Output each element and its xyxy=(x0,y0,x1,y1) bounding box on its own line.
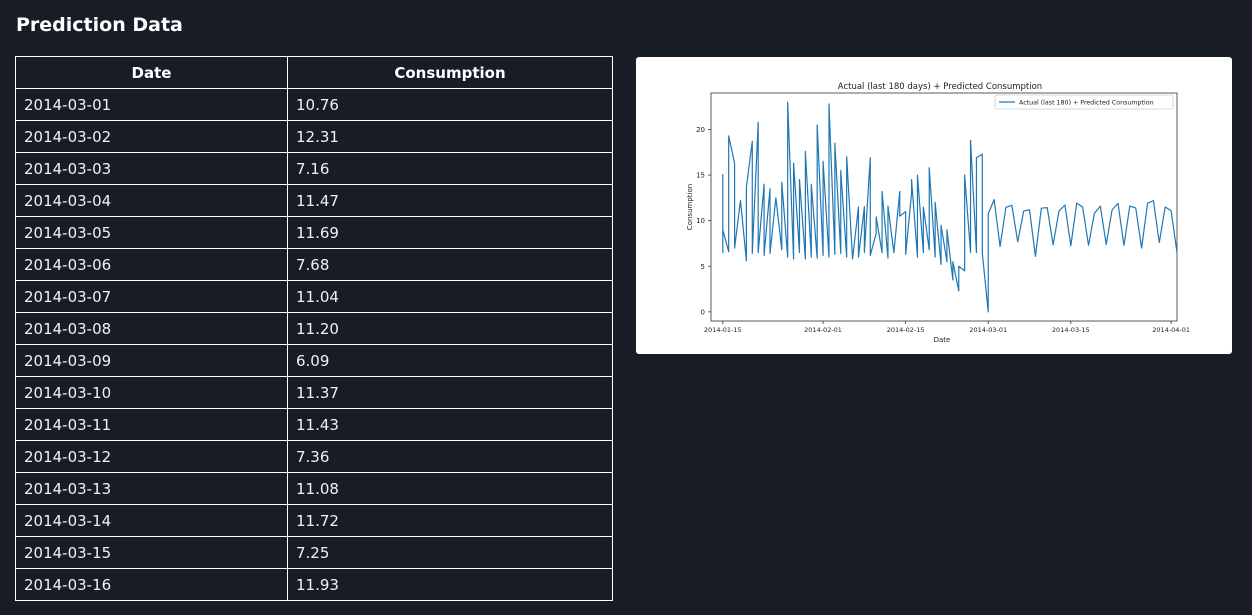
x-tick-label: 2014-02-15 xyxy=(887,326,925,334)
consumption-chart: Actual (last 180 days) + Predicted Consu… xyxy=(686,82,1190,344)
date-cell: 2014-03-04 xyxy=(15,184,288,217)
legend-label: Actual (last 180) + Predicted Consumptio… xyxy=(1019,100,1154,107)
date-cell: 2014-03-01 xyxy=(15,88,288,121)
y-tick-label: 5 xyxy=(701,263,705,271)
consumption-cell: 7.36 xyxy=(287,440,613,473)
table-row: 2014-03-16 11.93 xyxy=(15,568,613,601)
date-cell: 2014-03-12 xyxy=(15,440,288,473)
consumption-cell: 6.09 xyxy=(287,344,613,377)
table-row: 2014-03-14 11.72 xyxy=(15,504,613,537)
date-cell: 2014-03-09 xyxy=(15,344,288,377)
y-tick-label: 20 xyxy=(696,126,705,134)
chart-card: Actual (last 180 days) + Predicted Consu… xyxy=(636,57,1232,354)
date-cell: 2014-03-16 xyxy=(15,568,288,601)
consumption-cell: 7.68 xyxy=(287,248,613,281)
x-tick-label: 2014-03-15 xyxy=(1052,326,1090,334)
date-cell: 2014-03-14 xyxy=(15,504,288,537)
date-cell: 2014-03-02 xyxy=(15,120,288,153)
x-axis-label: Date xyxy=(934,336,951,344)
chart-title: Actual (last 180 days) + Predicted Consu… xyxy=(838,82,1042,92)
table-row: 2014-03-05 11.69 xyxy=(15,216,613,249)
table-row: 2014-03-12 7.36 xyxy=(15,440,613,473)
consumption-cell: 11.69 xyxy=(287,216,613,249)
y-tick-label: 10 xyxy=(696,217,705,225)
consumption-cell: 11.37 xyxy=(287,376,613,409)
prediction-table: Date Consumption 2014-03-01 10.76 2014-03-… xyxy=(15,56,613,601)
plot-frame xyxy=(710,92,1178,322)
y-tick-label: 0 xyxy=(701,308,705,316)
table-row: 2014-03-08 11.20 xyxy=(15,312,613,345)
table-row: 2014-03-06 7.68 xyxy=(15,248,613,281)
x-tick-label: 2014-01-15 xyxy=(704,326,742,334)
table-row: 2014-03-13 11.08 xyxy=(15,472,613,505)
consumption-cell: 11.72 xyxy=(287,504,613,537)
date-cell: 2014-03-06 xyxy=(15,248,288,281)
consumption-cell: 11.20 xyxy=(287,312,613,345)
table-row: 2014-03-03 7.16 xyxy=(15,152,613,185)
consumption-cell: 10.76 xyxy=(287,88,613,121)
date-cell: 2014-03-03 xyxy=(15,152,288,185)
table-header-row: Date Consumption xyxy=(15,56,613,89)
series-line xyxy=(722,101,1178,313)
table-row: 2014-03-07 11.04 xyxy=(15,280,613,313)
x-tick-label: 2014-03-01 xyxy=(969,326,1007,334)
date-cell: 2014-03-13 xyxy=(15,472,288,505)
x-tick-label: 2014-02-01 xyxy=(804,326,842,334)
consumption-cell: 11.47 xyxy=(287,184,613,217)
date-cell: 2014-03-05 xyxy=(15,216,288,249)
consumption-cell: 7.16 xyxy=(287,152,613,185)
date-cell: 2014-03-07 xyxy=(15,280,288,313)
page-title: Prediction Data xyxy=(16,14,183,36)
date-cell: 2014-03-10 xyxy=(15,376,288,409)
consumption-cell: 11.43 xyxy=(287,408,613,441)
date-cell: 2014-03-15 xyxy=(15,536,288,569)
date-cell: 2014-03-08 xyxy=(15,312,288,345)
x-tick-label: 2014-04-01 xyxy=(1152,326,1190,334)
table-row: 2014-03-01 10.76 xyxy=(15,88,613,121)
consumption-cell: 11.04 xyxy=(287,280,613,313)
y-axis-label: Consumption xyxy=(686,184,694,230)
table-row: 2014-03-04 11.47 xyxy=(15,184,613,217)
column-header-consumption: Consumption xyxy=(287,56,613,89)
chart-legend: Actual (last 180) + Predicted Consumptio… xyxy=(994,94,1174,110)
column-header-date: Date xyxy=(15,56,288,89)
table-row: 2014-03-02 12.31 xyxy=(15,120,613,153)
y-tick-label: 15 xyxy=(696,172,705,180)
consumption-cell: 11.93 xyxy=(287,568,613,601)
date-cell: 2014-03-11 xyxy=(15,408,288,441)
table-row: 2014-03-11 11.43 xyxy=(15,408,613,441)
consumption-cell: 12.31 xyxy=(287,120,613,153)
consumption-cell: 11.08 xyxy=(287,472,613,505)
table-row: 2014-03-10 11.37 xyxy=(15,376,613,409)
consumption-cell: 7.25 xyxy=(287,536,613,569)
table-row: 2014-03-09 6.09 xyxy=(15,344,613,377)
table-row: 2014-03-15 7.25 xyxy=(15,536,613,569)
